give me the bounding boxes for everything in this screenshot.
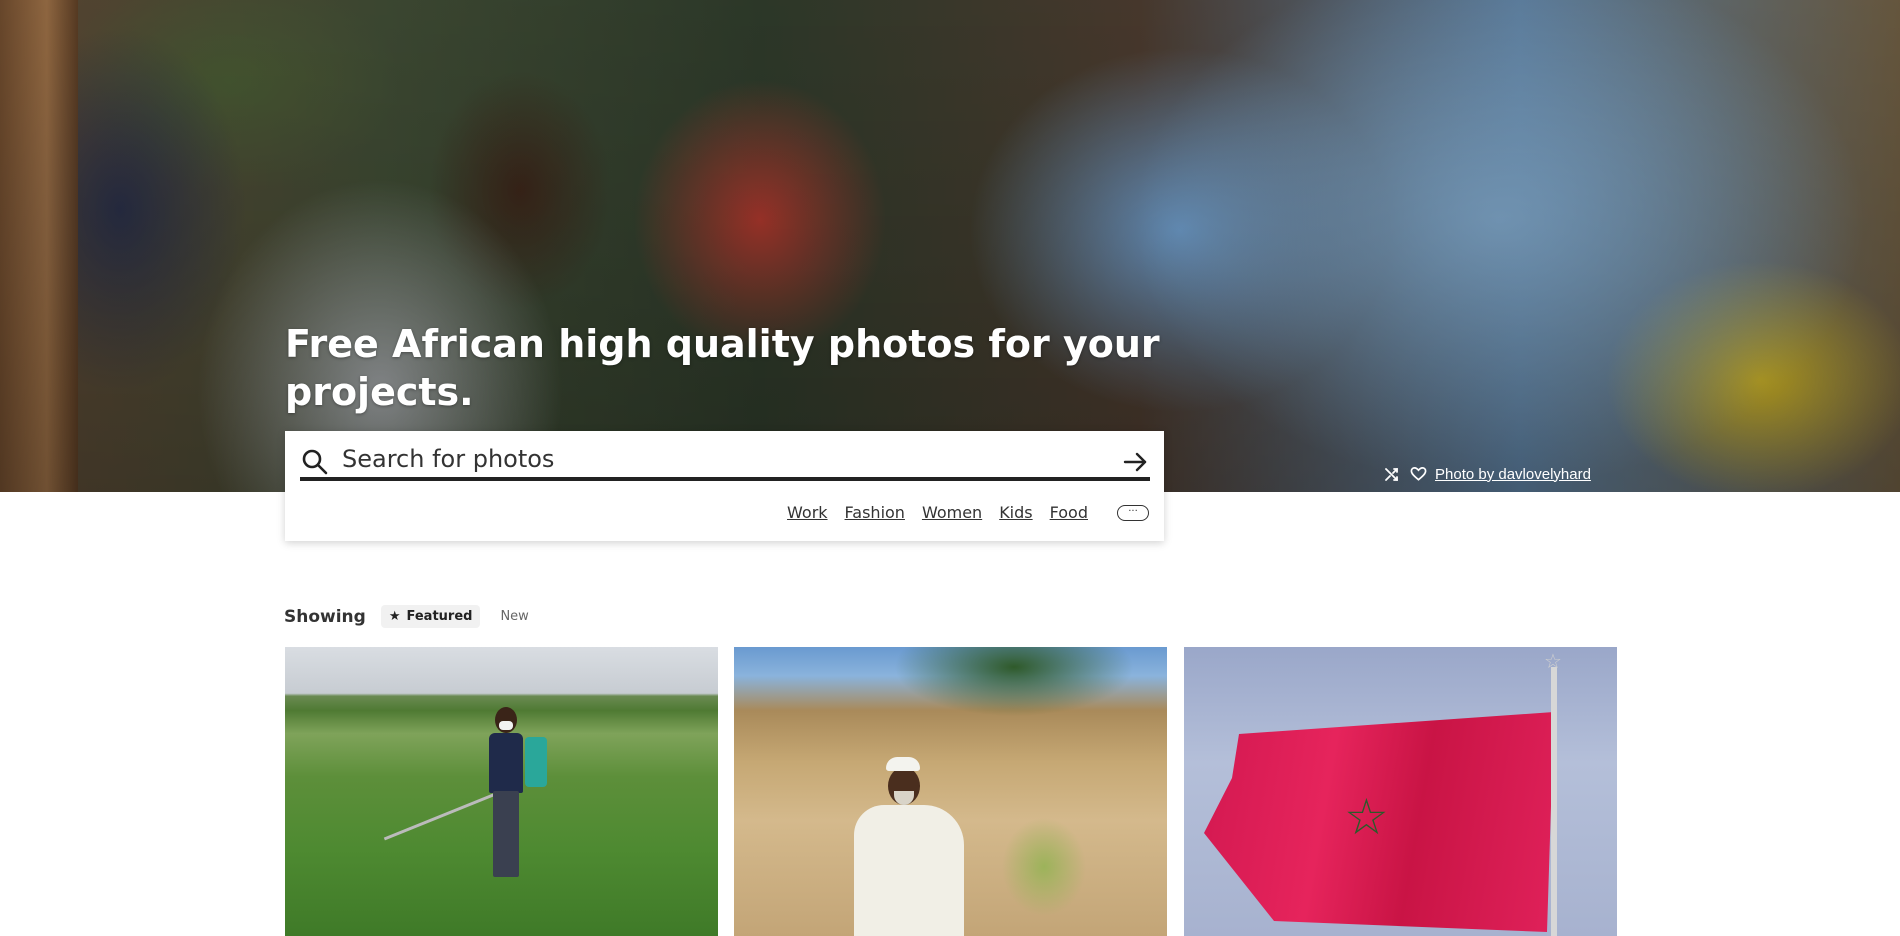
- showing-label: Showing: [284, 606, 366, 627]
- more-tags-button[interactable]: ···: [1117, 504, 1149, 521]
- featured-label: Featured: [406, 609, 473, 624]
- tag-fashion[interactable]: Fashion: [845, 503, 905, 522]
- hero-banner: Free African high quality photos for you…: [0, 0, 1900, 492]
- search-bar: [300, 441, 1150, 481]
- photo-credit: Photo by davlovelyhard: [1383, 465, 1591, 483]
- hero-overlay: [0, 0, 1900, 492]
- photo-detail: [984, 797, 1104, 936]
- photo-card[interactable]: [285, 647, 718, 936]
- search-input[interactable]: [342, 442, 1120, 476]
- photo-card[interactable]: ☆ ☆: [1184, 647, 1617, 936]
- photo-detail: [485, 707, 525, 877]
- photo-card[interactable]: [734, 647, 1167, 936]
- search-icon: [302, 449, 328, 475]
- search-card: Work Fashion Women Kids Food ···: [285, 431, 1164, 541]
- tag-work[interactable]: Work: [787, 503, 828, 522]
- photographer-link[interactable]: Photo by davlovelyhard: [1435, 466, 1591, 483]
- new-filter-button[interactable]: New: [500, 609, 528, 624]
- featured-filter-button[interactable]: ★ Featured: [380, 605, 481, 628]
- heart-icon[interactable]: [1409, 465, 1427, 483]
- page-title: Free African high quality photos for you…: [285, 322, 1160, 414]
- showing-filter: Showing ★ Featured New: [284, 605, 529, 628]
- photo-detail: [854, 757, 974, 936]
- tag-women[interactable]: Women: [922, 503, 982, 522]
- popular-tags: Work Fashion Women Kids Food ···: [787, 503, 1149, 522]
- photo-detail: ☆: [1344, 789, 1389, 845]
- arrow-right-icon[interactable]: [1120, 447, 1150, 477]
- tag-food[interactable]: Food: [1050, 503, 1088, 522]
- photo-detail: [525, 737, 547, 787]
- shuffle-icon[interactable]: [1383, 465, 1401, 483]
- tag-kids[interactable]: Kids: [999, 503, 1032, 522]
- star-icon: ★: [388, 609, 401, 624]
- photo-detail: [1551, 667, 1557, 936]
- photo-detail: ☆: [1544, 651, 1562, 673]
- photo-detail: [383, 792, 497, 841]
